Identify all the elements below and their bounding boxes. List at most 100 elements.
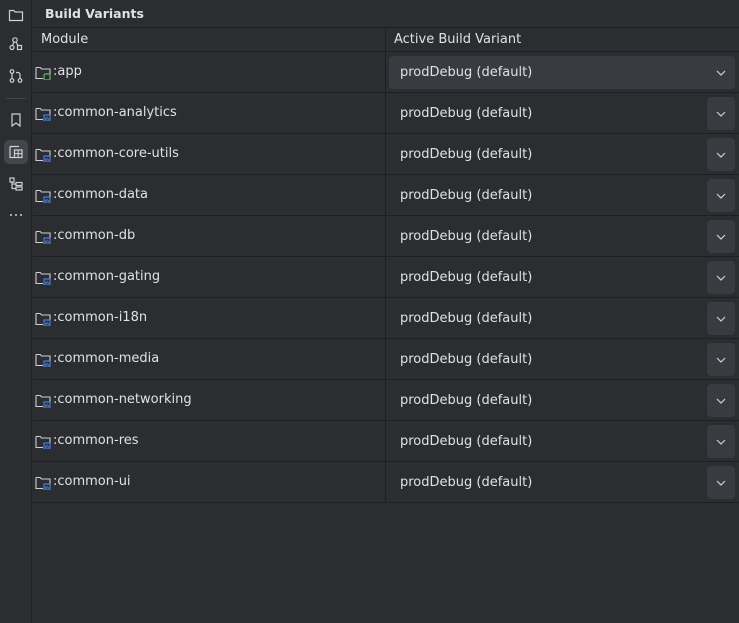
variant-dropdown-button[interactable] (707, 220, 735, 253)
variant-selector[interactable]: prodDebug (default) (389, 56, 735, 89)
chevron-down-icon (716, 193, 726, 199)
build-variants-panel: Build Variants Module Active Build Varia… (33, 0, 739, 623)
variant-selector[interactable]: prodDebug (default) (389, 179, 735, 212)
chevron-down-icon (716, 111, 726, 117)
tool-window-strip (0, 0, 32, 623)
chevron-down-icon (716, 439, 726, 445)
variant-selector[interactable]: prodDebug (default) (389, 97, 735, 130)
module-name: :common-core-utils (53, 146, 179, 161)
variant-dropdown-button[interactable] (707, 179, 735, 212)
variant-dropdown-button[interactable] (707, 384, 735, 417)
variant-dropdown-button[interactable] (707, 302, 735, 335)
variant-selector[interactable]: prodDebug (default) (389, 425, 735, 458)
more-tools-button[interactable] (4, 203, 28, 227)
variant-value: prodDebug (default) (400, 434, 533, 449)
commit-tool-button[interactable] (4, 64, 28, 88)
module-name: :common-data (53, 187, 148, 202)
table-row[interactable]: :common-ui prodDebug (default) (33, 462, 739, 503)
library-module-folder-icon (35, 435, 51, 449)
git-branch-icon (9, 69, 23, 83)
table-row[interactable]: :common-media prodDebug (default) (33, 339, 739, 380)
build-variants-icon (9, 145, 23, 159)
hierarchy-tool-button[interactable] (4, 172, 28, 196)
variant-value: prodDebug (default) (400, 270, 533, 285)
variant-value: prodDebug (default) (400, 188, 533, 203)
app-module-folder-icon (35, 66, 51, 80)
bookmark-icon (11, 113, 21, 128)
variant-value: prodDebug (default) (400, 147, 533, 162)
variant-selector[interactable]: prodDebug (default) (389, 261, 735, 294)
table-row[interactable]: :common-analytics prodDebug (default) (33, 93, 739, 134)
chevron-down-icon (716, 357, 726, 363)
chevron-down-icon (716, 275, 726, 281)
library-module-folder-icon (35, 230, 51, 244)
module-name: :common-analytics (53, 105, 177, 120)
variant-dropdown-button[interactable] (707, 97, 735, 130)
table-header: Module Active Build Variant (33, 28, 739, 52)
module-name: :common-db (53, 228, 136, 243)
variant-dropdown-button[interactable] (707, 343, 735, 376)
table-row[interactable]: :common-gating prodDebug (default) (33, 257, 739, 298)
library-module-folder-icon (35, 476, 51, 490)
variant-dropdown-button[interactable] (707, 425, 735, 458)
table-row[interactable]: :common-core-utils prodDebug (default) (33, 134, 739, 175)
variant-dropdown-button[interactable] (707, 466, 735, 499)
module-name: :app (53, 64, 82, 79)
module-name: :common-ui (53, 474, 131, 489)
chevron-down-icon (716, 152, 726, 158)
variant-dropdown-button[interactable] (707, 56, 735, 89)
structure-icon (9, 37, 23, 51)
module-column-header[interactable]: Module (41, 32, 88, 47)
variant-selector[interactable]: prodDebug (default) (389, 302, 735, 335)
variant-value: prodDebug (default) (400, 106, 533, 121)
table-row[interactable]: :app prodDebug (default) (33, 52, 739, 93)
library-module-folder-icon (35, 148, 51, 162)
chevron-down-icon (716, 316, 726, 322)
variant-value: prodDebug (default) (400, 393, 533, 408)
variant-dropdown-button[interactable] (707, 261, 735, 294)
table-row[interactable]: :common-networking prodDebug (default) (33, 380, 739, 421)
library-module-folder-icon (35, 312, 51, 326)
variant-selector[interactable]: prodDebug (default) (389, 384, 735, 417)
chevron-down-icon (716, 70, 726, 76)
folder-icon (8, 9, 24, 22)
variant-value: prodDebug (default) (400, 229, 533, 244)
variant-dropdown-button[interactable] (707, 138, 735, 171)
module-name: :common-gating (53, 269, 161, 284)
table-row[interactable]: :common-i18n prodDebug (default) (33, 298, 739, 339)
module-name: :common-i18n (53, 310, 148, 325)
variant-selector[interactable]: prodDebug (default) (389, 343, 735, 376)
variant-selector[interactable]: prodDebug (default) (389, 138, 735, 171)
chevron-down-icon (716, 398, 726, 404)
library-module-folder-icon (35, 394, 51, 408)
variant-selector[interactable]: prodDebug (default) (389, 220, 735, 253)
build-variants-window: Build Variants Module Active Build Varia… (0, 0, 739, 623)
module-name: :common-media (53, 351, 160, 366)
library-module-folder-icon (35, 107, 51, 121)
panel-title: Build Variants (45, 6, 144, 21)
variant-value: prodDebug (default) (400, 311, 533, 326)
variant-value: prodDebug (default) (400, 475, 533, 490)
more-icon (10, 214, 22, 216)
chevron-down-icon (716, 480, 726, 486)
variant-selector[interactable]: prodDebug (default) (389, 466, 735, 499)
build-variants-tool-button[interactable] (4, 140, 28, 164)
chevron-down-icon (716, 234, 726, 240)
project-tool-button[interactable] (4, 3, 28, 27)
library-module-folder-icon (35, 189, 51, 203)
variant-column-header[interactable]: Active Build Variant (394, 32, 521, 47)
library-module-folder-icon (35, 353, 51, 367)
panel-header: Build Variants (33, 0, 739, 28)
variants-table: :app prodDebug (default) :common-analyti… (33, 52, 739, 503)
strip-separator (6, 98, 26, 99)
hierarchy-icon (9, 177, 23, 191)
table-row[interactable]: :common-res prodDebug (default) (33, 421, 739, 462)
bookmarks-tool-button[interactable] (4, 108, 28, 132)
table-row[interactable]: :common-data prodDebug (default) (33, 175, 739, 216)
structure-tool-button[interactable] (4, 32, 28, 56)
variant-value: prodDebug (default) (400, 65, 533, 80)
module-name: :common-networking (53, 392, 192, 407)
module-name: :common-res (53, 433, 139, 448)
table-row[interactable]: :common-db prodDebug (default) (33, 216, 739, 257)
library-module-folder-icon (35, 271, 51, 285)
